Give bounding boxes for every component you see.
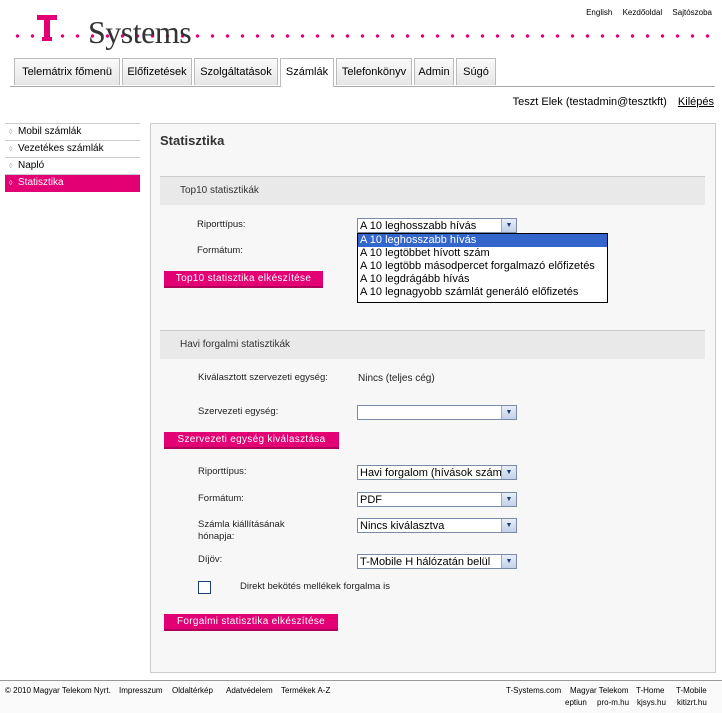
- sidebar-item-label: Napló: [18, 160, 45, 171]
- main-nav: Telemátrix főmenü Előfizetések Szolgálta…: [10, 58, 715, 87]
- unit-label: Szervezeti egység:: [198, 406, 279, 417]
- footer-link-impresszum[interactable]: Impresszum: [119, 686, 163, 695]
- dropdown-option[interactable]: A 10 legnagyobb számlát generáló előfize…: [358, 286, 607, 299]
- top10-report-type-label: Riporttípus:: [197, 219, 246, 230]
- brand-wordmark: Systems: [88, 14, 192, 50]
- chevron-down-icon[interactable]: ▼: [501, 519, 516, 532]
- top10-report-type-dropdown: A 10 leghosszabb hívás A 10 legtöbbet hí…: [357, 233, 608, 303]
- chevron-down-icon[interactable]: ▼: [501, 406, 516, 419]
- chevron-down-icon[interactable]: ▼: [501, 219, 516, 232]
- sidebar-item-label: Vezetékes számlák: [18, 143, 104, 154]
- sidebar-item-label: Mobil számlák: [18, 126, 82, 137]
- link-home[interactable]: Kezdőoldal: [623, 8, 663, 17]
- chevron-down-icon[interactable]: ▼: [501, 555, 516, 568]
- sidebar-item-vezetekes[interactable]: ◊ Vezetékes számlák: [5, 141, 140, 158]
- footer-link-sitemap[interactable]: Oldaltérkép: [172, 686, 213, 695]
- sidebar-item-label: Statisztika: [18, 177, 64, 188]
- tariff-label: Díjöv:: [198, 554, 223, 565]
- monthly-format-select[interactable]: PDF ▼: [357, 492, 517, 507]
- dropdown-option[interactable]: A 10 legdrágább hívás: [358, 273, 607, 286]
- partner-link-tmobile[interactable]: T-Mobile: [676, 686, 707, 695]
- select-unit-button[interactable]: Szervezeti egység kiválasztása: [164, 432, 339, 449]
- bullet-icon: ◊: [9, 180, 13, 187]
- link-english[interactable]: English: [586, 8, 612, 17]
- tab-admin[interactable]: Admin: [414, 58, 454, 85]
- partner-link-eptiun[interactable]: eptiun: [565, 698, 587, 707]
- monthly-section-header: Havi forgalmi statisztikák: [160, 330, 705, 359]
- select-value: Nincs kiválasztva: [360, 520, 445, 532]
- select-value: Havi forgalom (hívások szám: [360, 467, 502, 479]
- selected-unit-value: Nincs (teljes cég): [358, 373, 435, 384]
- user-info: Teszt Elek (testadmin@tesztkft) Kilépés: [513, 96, 714, 108]
- partner-link-prom[interactable]: pro-m.hu: [597, 698, 629, 707]
- dropdown-option[interactable]: A 10 legtöbb másodpercet forgalmazó előf…: [358, 260, 607, 273]
- sidebar-item-naplo[interactable]: ◊ Napló: [5, 158, 140, 175]
- footer-link-privacy[interactable]: Adatvédelem: [226, 686, 273, 695]
- top-links: English Kezdőoldal Sajtószoba: [578, 8, 712, 17]
- link-press[interactable]: Sajtószoba: [672, 8, 712, 17]
- tab-telematrix[interactable]: Telemátrix főmenü: [14, 58, 120, 85]
- tab-szamlak[interactable]: Számlák: [280, 58, 334, 87]
- top10-report-type-select[interactable]: A 10 leghosszabb hívás ▼: [357, 218, 517, 233]
- select-value: T-Mobile H hálózatán belül: [360, 556, 491, 568]
- partner-link-telekom[interactable]: Magyar Telekom: [570, 686, 629, 695]
- bullet-icon: ◊: [9, 146, 13, 153]
- tariff-select[interactable]: T-Mobile H hálózatán belül ▼: [357, 554, 517, 569]
- monthly-generate-button[interactable]: Forgalmi statisztika elkészítése: [164, 614, 338, 631]
- top10-generate-button[interactable]: Top10 statisztika elkészítése: [164, 271, 323, 288]
- partner-link-tsystems[interactable]: T-Systems.com: [506, 686, 561, 695]
- section-title: Top10 statisztikák: [180, 185, 259, 196]
- unit-select[interactable]: ▼: [357, 405, 517, 420]
- dropdown-option[interactable]: A 10 leghosszabb hívás: [358, 234, 607, 247]
- copyright: © 2010 Magyar Telekom Nyrt.: [5, 686, 111, 695]
- main-panel: [150, 123, 716, 673]
- tab-sugo[interactable]: Súgó: [456, 58, 496, 85]
- dropdown-option[interactable]: A 10 legtöbbet hívott szám: [358, 247, 607, 260]
- t-logo-icon: [37, 15, 57, 41]
- direct-extension-label: Direkt bekötés mellékek forgalma is: [240, 581, 390, 592]
- issue-month-label: Számla kiállításának hónapja:: [198, 519, 285, 542]
- tab-szolgaltatasok[interactable]: Szolgáltatások: [194, 58, 278, 85]
- issue-month-select[interactable]: Nincs kiválasztva ▼: [357, 518, 517, 533]
- partner-link-kitiz[interactable]: kitizrt.hu: [677, 698, 707, 707]
- sidebar-item-mobil[interactable]: ◊ Mobil számlák: [5, 123, 140, 141]
- top10-section-header: Top10 statisztikák: [160, 176, 705, 205]
- sidebar: ◊ Mobil számlák ◊ Vezetékes számlák ◊ Napló…: [5, 123, 140, 192]
- direct-extension-checkbox[interactable]: [198, 581, 211, 594]
- select-value: A 10 leghosszabb hívás: [360, 220, 477, 232]
- tab-telefonkonyv[interactable]: Telefonkönyv: [336, 58, 412, 85]
- footer-link-products[interactable]: Termékek A-Z: [281, 686, 330, 695]
- bullet-icon: ◊: [9, 129, 13, 136]
- chevron-down-icon[interactable]: ▼: [501, 493, 516, 506]
- partner-link-thome[interactable]: T-Home: [636, 686, 664, 695]
- selected-unit-label: Kiválasztott szervezeti egység:: [198, 372, 328, 383]
- partner-link-kjsys[interactable]: kjsys.hu: [637, 698, 666, 707]
- monthly-format-label: Formátum:: [198, 493, 244, 504]
- sidebar-item-statisztika[interactable]: ◊ Statisztika: [5, 175, 140, 192]
- monthly-report-type-label: Riporttípus:: [198, 466, 247, 477]
- page-title: Statisztika: [160, 133, 225, 148]
- tab-elofizetesek[interactable]: Előfizetések: [122, 58, 192, 85]
- select-value: PDF: [360, 494, 382, 506]
- footer: © 2010 Magyar Telekom Nyrt. Impresszum O…: [0, 680, 722, 713]
- monthly-report-type-select[interactable]: Havi forgalom (hívások szám ▼: [357, 465, 517, 480]
- user-name: Teszt Elek (testadmin@tesztkft): [512, 96, 667, 108]
- top10-format-label: Formátum:: [197, 245, 243, 256]
- bullet-icon: ◊: [9, 163, 13, 170]
- chevron-down-icon[interactable]: ▼: [501, 466, 516, 479]
- logout-link[interactable]: Kilépés: [678, 96, 714, 108]
- section-title: Havi forgalmi statisztikák: [180, 339, 291, 350]
